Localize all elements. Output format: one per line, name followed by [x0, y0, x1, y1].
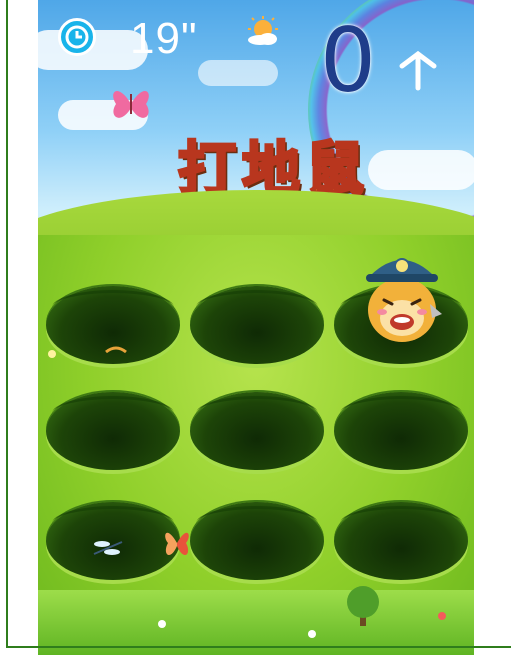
mole-peek: [105, 346, 127, 354]
mole-hole[interactable]: [190, 286, 324, 364]
mole-hole[interactable]: [190, 502, 324, 580]
mole-character[interactable]: [360, 248, 444, 344]
flower: [438, 612, 446, 620]
flower: [158, 620, 166, 628]
mole-hole[interactable]: [334, 392, 468, 470]
tree-icon: [347, 586, 379, 626]
clock-icon: [58, 18, 96, 56]
dragonfly-icon: [93, 541, 123, 555]
frame-left-border: [6, 0, 8, 648]
frame-bottom-border: [6, 646, 511, 648]
arrow-up-icon[interactable]: [398, 48, 438, 92]
mole-hole[interactable]: [46, 392, 180, 470]
butterfly-icon: [113, 90, 149, 118]
mole-hole[interactable]: [334, 502, 468, 580]
timer-text: 19": [130, 14, 198, 63]
flower: [308, 630, 316, 638]
score-text: 0: [320, 9, 376, 112]
game-screen: 19" 0 打地鼠: [38, 0, 474, 655]
sun-icon: [246, 16, 280, 46]
butterfly-icon: [165, 532, 189, 556]
flower: [48, 350, 56, 358]
cloud: [198, 60, 278, 86]
mole-hole[interactable]: [190, 392, 324, 470]
